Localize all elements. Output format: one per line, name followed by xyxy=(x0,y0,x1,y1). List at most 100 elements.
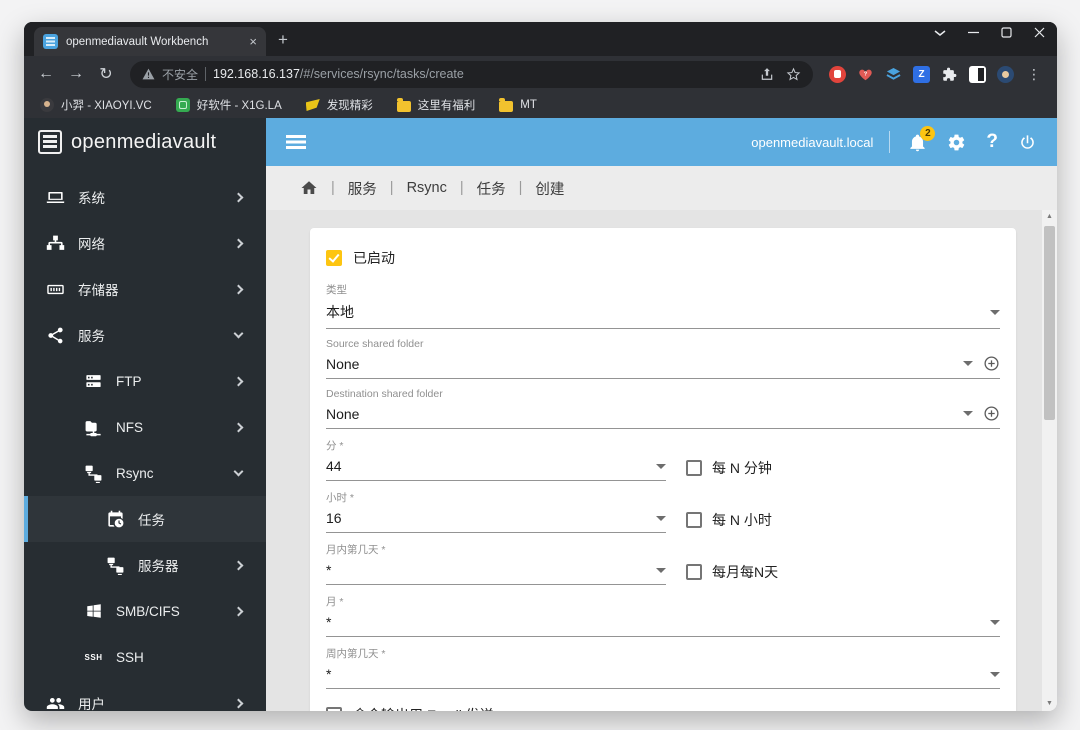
extensions-puzzle-icon[interactable] xyxy=(941,66,958,83)
dropdown-caret-icon[interactable] xyxy=(990,671,1000,677)
bookmark-star-icon[interactable] xyxy=(786,67,801,82)
notifications-bell-icon[interactable]: 2 xyxy=(908,125,936,152)
scroll-down-arrow[interactable]: ▼ xyxy=(1042,697,1057,711)
dropdown-caret-icon[interactable] xyxy=(990,309,1000,315)
sidebar-item-network[interactable]: 网络 xyxy=(24,220,266,266)
notification-badge: 2 xyxy=(920,125,936,141)
sidebar-item-rsync[interactable]: Rsync xyxy=(24,450,266,496)
sidebar-item-ftp[interactable]: FTP xyxy=(24,358,266,404)
add-shared-folder-icon[interactable] xyxy=(983,355,1000,372)
bookmark-item[interactable]: 发现精彩 xyxy=(305,97,373,113)
address-bar[interactable]: 不安全 192.168.16.137/#/services/rsync/task… xyxy=(130,60,813,88)
content-scrollbar[interactable]: ▲ ▼ xyxy=(1042,210,1057,711)
breadcrumb-item-rsync[interactable]: Rsync xyxy=(407,180,447,196)
window-close-button[interactable] xyxy=(1034,27,1045,38)
email-output-checkbox[interactable] xyxy=(326,707,342,711)
brand-logo[interactable]: openmediavault xyxy=(24,118,266,166)
scroll-up-arrow[interactable]: ▲ xyxy=(1042,210,1057,224)
dropdown-caret-icon[interactable] xyxy=(656,515,666,521)
svg-text:?: ? xyxy=(864,71,868,77)
add-shared-folder-icon[interactable] xyxy=(983,405,1000,422)
windows-icon xyxy=(84,602,103,621)
layers-extension-icon[interactable] xyxy=(885,66,902,83)
dropdown-caret-icon[interactable] xyxy=(656,567,666,573)
not-secure-warning-icon xyxy=(142,68,155,80)
breadcrumb: | 服务 | Rsync | 任务 | 创建 xyxy=(266,166,1057,210)
every-n-days-checkbox[interactable] xyxy=(686,564,702,580)
sidebar-item-nfs[interactable]: NFS xyxy=(24,404,266,450)
sidebar-item-smb-cifs[interactable]: SMB/CIFS xyxy=(24,588,266,634)
folder-icon xyxy=(499,98,514,112)
back-button[interactable]: ← xyxy=(34,65,58,83)
reload-button[interactable]: ↻ xyxy=(94,64,118,84)
sidebar-item-services[interactable]: 服务 xyxy=(24,312,266,358)
bookmark-item[interactable]: 小羿 - XIAOYI.VC xyxy=(40,97,152,113)
z-extension-icon[interactable]: Z xyxy=(913,65,930,83)
dropdown-caret-icon[interactable] xyxy=(963,411,973,416)
source-folder-select-field[interactable]: Source shared folder None xyxy=(326,338,1000,379)
sidebar-item-system[interactable]: 系统 xyxy=(24,174,266,220)
every-n-hours-checkbox-row[interactable]: 每 N 小时 xyxy=(686,510,772,530)
browser-tab[interactable]: openmediavault Workbench × xyxy=(34,27,266,56)
chevron-down-icon xyxy=(233,328,244,338)
bookmark-folder[interactable]: MT xyxy=(499,98,537,112)
window-maximize-button[interactable] xyxy=(1001,27,1012,38)
tab-close-icon[interactable]: × xyxy=(249,35,257,48)
tab-strip: openmediavault Workbench × + xyxy=(24,22,1057,56)
security-label[interactable]: 不安全 xyxy=(162,66,198,83)
browser-menu-icon[interactable]: ⋮ xyxy=(1025,66,1043,83)
day-of-month-select-field[interactable]: 月内第几天 * * xyxy=(326,542,666,585)
enabled-checkbox[interactable] xyxy=(326,250,342,266)
split-screen-extension-icon[interactable] xyxy=(969,65,986,83)
sidebar-item-ssh[interactable]: SSH SSH xyxy=(24,634,266,680)
bookmark-avatar-icon xyxy=(40,98,54,112)
every-n-minutes-checkbox-row[interactable]: 每 N 分钟 xyxy=(686,458,772,478)
omv-logo-icon xyxy=(38,130,62,154)
bookmark-flag-icon xyxy=(305,99,320,111)
home-icon[interactable] xyxy=(300,179,318,197)
new-tab-button[interactable]: + xyxy=(278,30,288,50)
email-output-checkbox-row[interactable]: 命令输出用 Email 发送 xyxy=(326,705,1000,711)
every-n-days-checkbox-row[interactable]: 每月每N天 xyxy=(686,562,778,582)
month-select-field[interactable]: 月 * * xyxy=(326,594,1000,637)
omv-favicon-icon xyxy=(43,34,58,49)
chevron-right-icon xyxy=(233,284,244,294)
type-select-field[interactable]: 类型 本地 xyxy=(326,282,1000,329)
help-icon[interactable]: ? xyxy=(986,131,998,153)
enabled-checkbox-row[interactable]: 已启动 xyxy=(326,248,1000,268)
menu-hamburger-icon[interactable] xyxy=(286,135,306,149)
destination-folder-select-field[interactable]: Destination shared folder None xyxy=(326,388,1000,429)
breadcrumb-item-tasks[interactable]: 任务 xyxy=(477,178,506,199)
day-of-week-select-field[interactable]: 周内第几天 * * xyxy=(326,646,1000,689)
dropdown-caret-icon[interactable] xyxy=(656,463,666,469)
every-n-minutes-checkbox[interactable] xyxy=(686,460,702,476)
scrollbar-thumb[interactable] xyxy=(1044,226,1055,420)
share-icon[interactable] xyxy=(760,67,774,81)
share-variant-icon xyxy=(46,326,65,345)
every-n-hours-checkbox[interactable] xyxy=(686,512,702,528)
browser-window: openmediavault Workbench × + ← → ↻ 不安全 1… xyxy=(24,22,1057,711)
window-menu-chevron-icon[interactable] xyxy=(934,29,946,37)
forward-button[interactable]: → xyxy=(64,65,88,83)
chevron-right-icon xyxy=(233,606,244,616)
hour-select-field[interactable]: 小时 * 16 xyxy=(326,490,666,533)
sidebar-item-users[interactable]: 用户 xyxy=(24,680,266,711)
dropdown-caret-icon[interactable] xyxy=(963,361,973,366)
breadcrumb-item-services[interactable]: 服务 xyxy=(348,178,377,199)
chevron-right-icon xyxy=(233,422,244,432)
sidebar-nav: 系统 网络 存储器 服务 FTP NFS Rsync 任务 服务器 SMB/CI… xyxy=(24,166,266,711)
url-text[interactable]: 192.168.16.137/#/services/rsync/tasks/cr… xyxy=(213,67,753,81)
dropdown-caret-icon[interactable] xyxy=(990,619,1000,625)
sidebar-item-server[interactable]: 服务器 xyxy=(24,542,266,588)
power-icon[interactable] xyxy=(1018,133,1037,152)
minute-select-field[interactable]: 分 * 44 xyxy=(326,438,666,481)
sidebar-item-storage[interactable]: 存储器 xyxy=(24,266,266,312)
heart-extension-icon[interactable]: ? xyxy=(857,66,874,83)
bookmark-item[interactable]: 好软件 - X1G.LA xyxy=(175,97,282,113)
bookmark-folder[interactable]: 这里有福利 xyxy=(396,97,475,113)
sidebar-item-tasks[interactable]: 任务 xyxy=(24,496,266,542)
window-minimize-button[interactable] xyxy=(968,27,979,38)
blocker-extension-icon[interactable] xyxy=(829,65,846,83)
profile-avatar[interactable] xyxy=(997,65,1014,83)
settings-gear-icon[interactable] xyxy=(947,133,966,152)
